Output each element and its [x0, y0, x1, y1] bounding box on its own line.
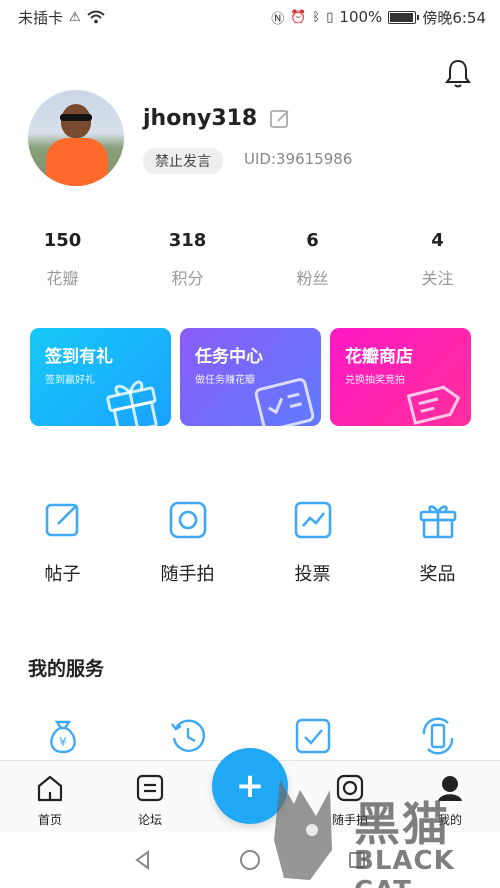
money-bag-icon: ¥	[49, 720, 76, 754]
quick-label: 帖子	[44, 564, 81, 585]
stat-value: 4	[431, 230, 444, 251]
back-icon[interactable]	[132, 849, 154, 871]
stat-following[interactable]: 4 关注	[375, 230, 500, 289]
gift-icon	[419, 505, 456, 539]
services-title: 我的服务	[28, 658, 105, 680]
home-icon	[37, 775, 63, 802]
quick-label: 投票	[294, 564, 331, 585]
cat-logo-icon	[274, 780, 332, 880]
stat-value: 150	[43, 230, 82, 251]
quick-label: 奖品	[419, 564, 456, 585]
battery-percent: 100%	[339, 8, 383, 26]
nav-label: 论坛	[137, 813, 162, 827]
quick-snapshot[interactable]: 随手拍	[125, 500, 250, 586]
nav-home[interactable]: 首页	[0, 761, 100, 832]
stat-label: 关注	[421, 269, 454, 288]
stat-label: 积分	[171, 269, 204, 288]
avatar[interactable]	[28, 90, 124, 186]
forum-icon	[136, 774, 164, 802]
sim-alert-icon: ⚠	[69, 9, 81, 25]
watermark-text: 黑猫	[354, 797, 450, 851]
edit-icon[interactable]	[269, 108, 291, 130]
service-device-sync[interactable]	[375, 716, 500, 756]
clock-time: 傍晚6:54	[422, 8, 486, 27]
edit-square-icon	[45, 503, 78, 537]
status-badge: 禁止发言	[143, 148, 223, 174]
stat-points[interactable]: 318 积分	[125, 230, 250, 289]
alarm-icon: ⏰	[290, 9, 307, 25]
camera-icon	[169, 501, 206, 539]
notification-bell-icon[interactable]	[444, 58, 472, 90]
gift-box-icon	[106, 380, 158, 426]
petal-store-card[interactable]: 花瓣商店 兑换抽奖竞拍	[330, 328, 471, 426]
user-id: UID:39615986	[244, 150, 353, 168]
nav-label: 首页	[37, 813, 62, 827]
service-wallet[interactable]: ¥	[0, 716, 125, 756]
nav-forum[interactable]: 论坛	[100, 761, 200, 832]
stat-label: 花瓣	[46, 269, 79, 288]
quick-vote[interactable]: 投票	[250, 500, 375, 586]
card-title: 花瓣商店	[345, 347, 413, 367]
store-tag-icon	[406, 385, 461, 425]
plus-icon: +	[235, 766, 265, 806]
battery-icon	[388, 10, 420, 24]
vibrate-icon: ▯	[326, 9, 334, 25]
history-clock-icon	[170, 719, 205, 752]
home-circle-icon[interactable]	[238, 848, 262, 872]
quick-links: 帖子 随手拍 投票 奖品	[0, 500, 500, 586]
wifi-icon	[87, 10, 105, 24]
username-row: jhony318	[143, 106, 291, 131]
card-title: 任务中心	[195, 347, 263, 367]
bluetooth-icon: ᛒ	[312, 9, 321, 25]
task-center-card[interactable]: 任务中心 做任务赚花瓣	[180, 328, 321, 426]
carrier-text: 未插卡	[18, 8, 64, 27]
card-title: 签到有礼	[45, 347, 113, 367]
stat-value: 6	[306, 230, 319, 251]
quick-posts[interactable]: 帖子	[0, 500, 125, 586]
quick-prizes[interactable]: 奖品	[375, 500, 500, 586]
username: jhony318	[143, 106, 258, 131]
chart-icon	[294, 501, 331, 539]
task-list-icon	[254, 378, 315, 426]
nfc-icon: Ⓝ	[271, 11, 285, 27]
stat-label: 粉丝	[296, 269, 329, 288]
phone-sync-icon	[422, 717, 453, 755]
stat-value: 318	[168, 230, 207, 251]
status-bar: 未插卡 ⚠ Ⓝ ⏰ ᛒ ▯ 100% 傍晚6:54	[0, 0, 500, 34]
service-orders[interactable]	[250, 716, 375, 756]
status-left: 未插卡 ⚠	[18, 7, 105, 28]
watermark-subtext: BLACK CAT	[354, 846, 455, 888]
stat-petals[interactable]: 150 花瓣	[0, 230, 125, 289]
quick-label: 随手拍	[160, 564, 215, 585]
stat-fans[interactable]: 6 粉丝	[250, 230, 375, 289]
checkin-card[interactable]: 签到有礼 签到赢好礼	[30, 328, 171, 426]
service-history[interactable]	[125, 716, 250, 756]
checklist-icon	[295, 718, 330, 754]
watermark: 黑猫 BLACK CAT	[270, 760, 500, 888]
svg-text:¥: ¥	[59, 735, 67, 749]
stats-row: 150 花瓣 318 积分 6 粉丝 4 关注	[0, 230, 500, 289]
status-right: Ⓝ ⏰ ᛒ ▯ 100% 傍晚6:54	[271, 7, 486, 28]
